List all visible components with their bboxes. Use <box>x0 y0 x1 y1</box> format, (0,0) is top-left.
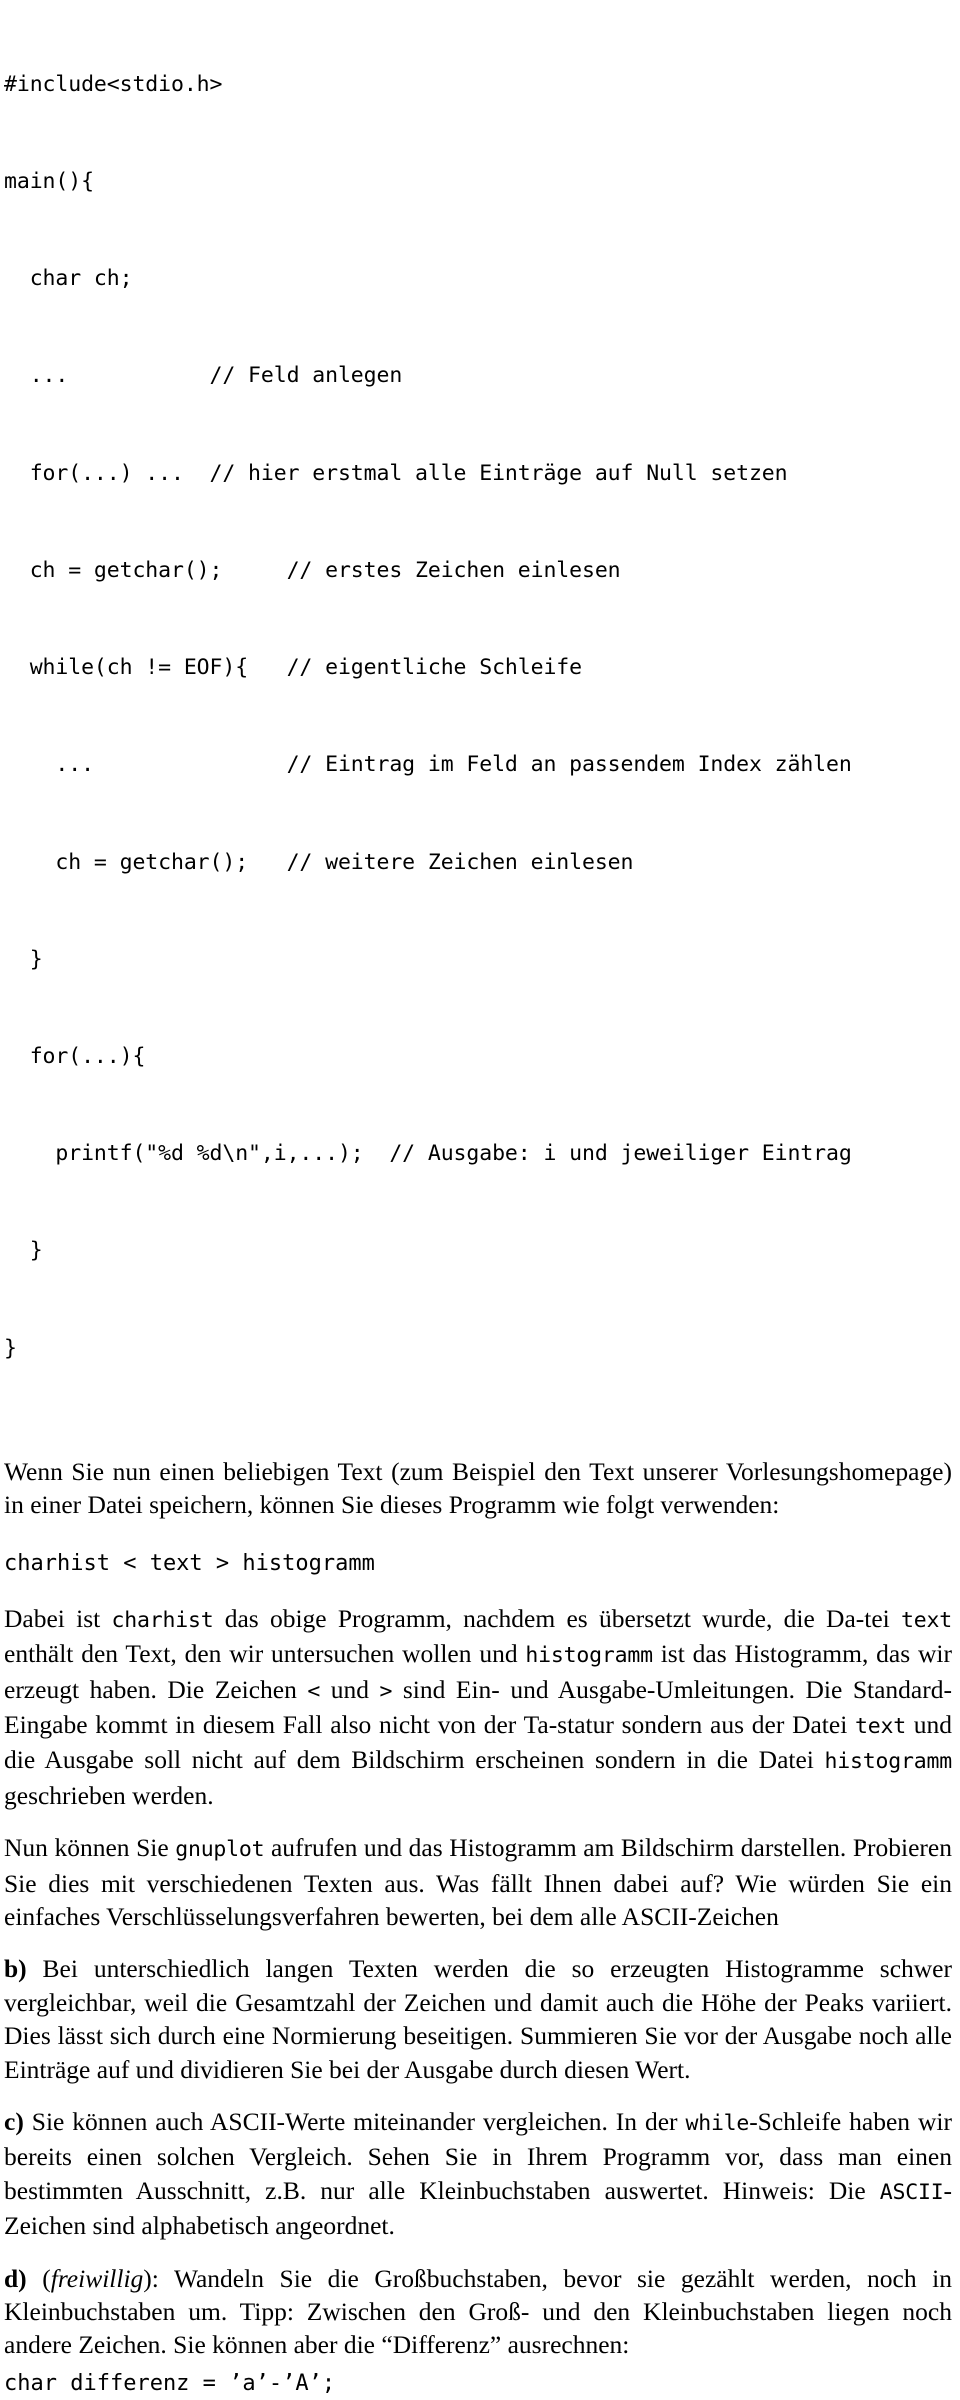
paragraph-intro-text: Wenn Sie nun einen beliebigen Text (zum … <box>4 1456 952 1520</box>
code-line: ... // Eintrag im Feld an passendem Inde… <box>4 752 852 778</box>
italic-freiwillig: freiwillig <box>50 2263 144 2293</box>
text-run: geschrieben werden. <box>4 1780 214 1810</box>
paragraph-gnuplot: Nun können Sie gnuplot aufrufen und das … <box>4 1831 952 1933</box>
inline-code-charhist: charhist <box>111 1607 214 1633</box>
inline-code-ascii: ASCII <box>879 2179 944 2205</box>
inline-code-gnuplot: gnuplot <box>175 1837 265 1863</box>
text-run: ( <box>26 2263 51 2293</box>
code-line: ... // Feld anlegen <box>4 363 403 389</box>
code-line: #include<stdio.h> <box>4 71 223 97</box>
paragraph-explanation: Dabei ist charhist das obige Programm, n… <box>4 1602 952 1812</box>
code-line: } <box>4 1238 43 1264</box>
shell-command-charhist: charhist < text > histogramm <box>4 1550 375 1576</box>
code-line: main(){ <box>4 169 94 195</box>
inline-code-redirect-out: > <box>379 1678 393 1704</box>
text-run: das obige Programm, nachdem es übersetzt… <box>213 1603 902 1633</box>
code-listing: #include<stdio.h> main(){ char ch; ... /… <box>4 0 952 1430</box>
item-label-b: b) <box>4 1954 27 1984</box>
paragraph-item-b: b) Bei unterschiedlich langen Texten wer… <box>4 1952 952 2086</box>
code-line: ch = getchar(); // weitere Zeichen einle… <box>4 849 634 875</box>
code-line: } <box>4 946 43 972</box>
code-line: ch = getchar(); // erstes Zeichen einles… <box>4 557 621 583</box>
text-run: und <box>320 1674 380 1704</box>
text-run: Bei unterschiedlich langen Texten werden… <box>4 1954 952 2084</box>
paragraph-item-d: d) (freiwillig): Wandeln Sie die Großbuc… <box>4 2262 952 2362</box>
inline-code-histogramm: histogramm <box>525 1643 653 1669</box>
text-run: Sie können auch ASCII-Werte miteinander … <box>23 2106 686 2136</box>
inline-code-text-2: text <box>855 1713 907 1739</box>
code-line-differenz: char differenz = ’a’-’A’; <box>4 2370 336 2396</box>
paragraph-item-c: c) Sie können auch ASCII-Werte miteinand… <box>4 2105 952 2243</box>
paragraph-intro: Wenn Sie nun einen beliebigen Text (zum … <box>4 1455 952 1522</box>
item-label-d: d) <box>4 2263 27 2293</box>
code-line: printf("%d %d\n",i,...); // Ausgabe: i u… <box>4 1141 852 1167</box>
inline-code-text: text <box>901 1607 952 1633</box>
code-line: char ch; <box>4 266 133 292</box>
text-run: Nun können Sie <box>4 1833 176 1863</box>
item-label-c: c) <box>4 2106 24 2136</box>
code-line: } <box>4 1335 17 1361</box>
code-line: for(...){ <box>4 1044 146 1069</box>
inline-code-while: while <box>685 2110 750 2136</box>
code-line: while(ch != EOF){ // eigentliche Schleif… <box>4 655 582 681</box>
text-run: enthält den Text, den wir untersuchen wo… <box>4 1639 526 1669</box>
text-run: Dabei ist <box>4 1603 112 1633</box>
text-run: ): Wandeln Sie die Großbuchstaben, bevor… <box>4 2263 952 2360</box>
inline-code-histogramm-2: histogramm <box>824 1749 953 1775</box>
code-line: for(...) ... // hier erstmal alle Einträ… <box>4 460 788 486</box>
document-page: #include<stdio.h> main(){ char ch; ... /… <box>0 0 960 2396</box>
inline-code-redirect-in: < <box>307 1678 321 1704</box>
